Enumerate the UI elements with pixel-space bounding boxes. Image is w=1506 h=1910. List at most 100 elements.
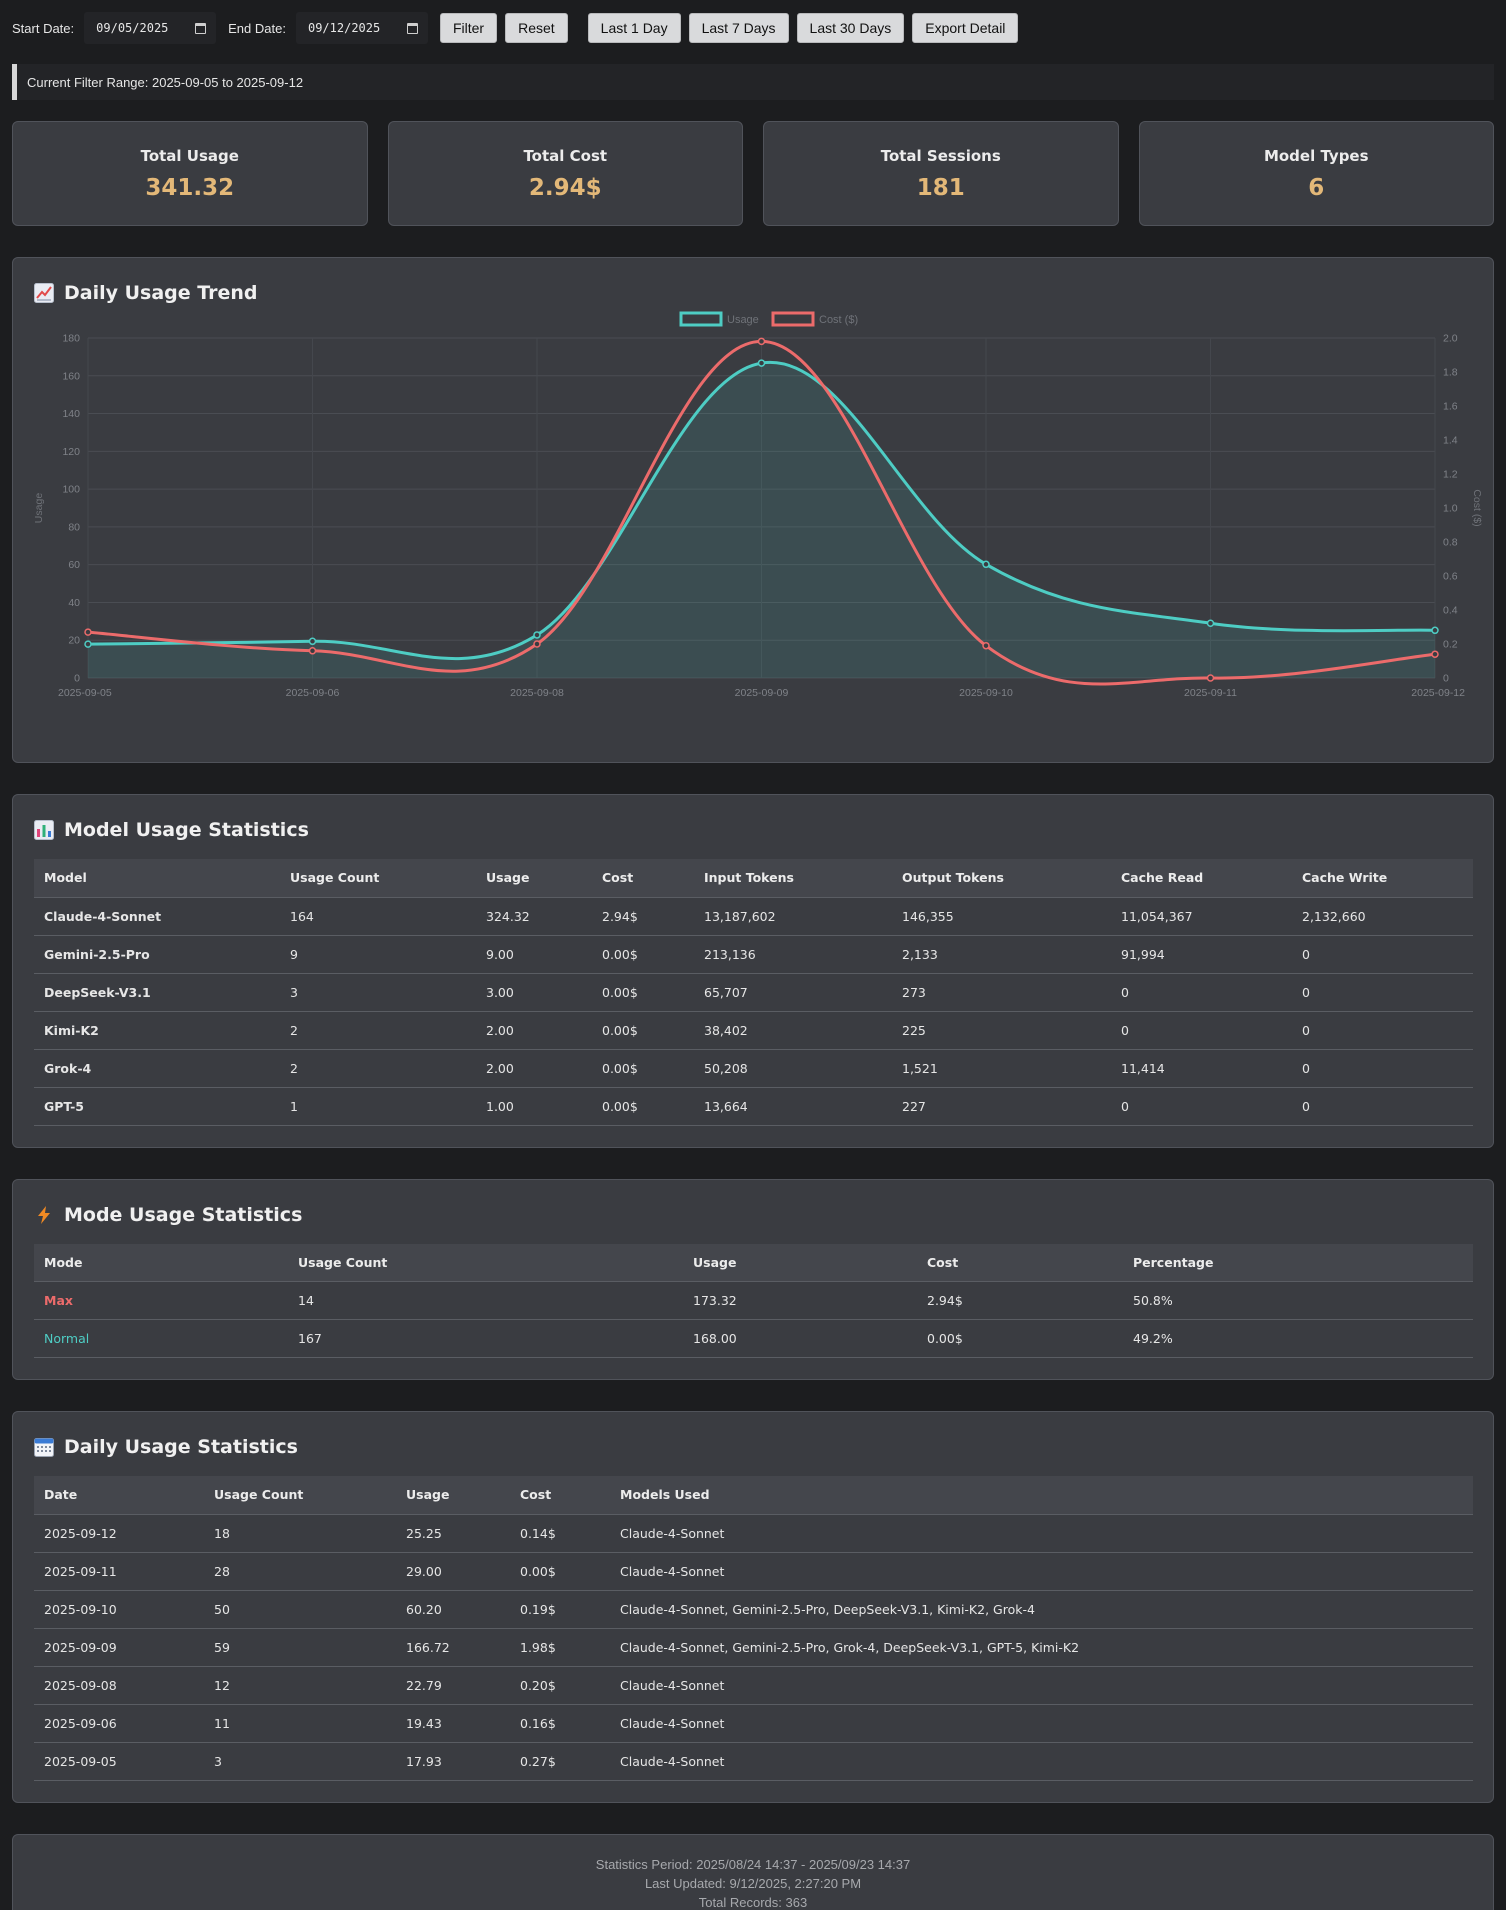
table-cell: 60.20 bbox=[396, 1590, 510, 1629]
usage-area bbox=[88, 362, 1435, 678]
data-point bbox=[757, 359, 766, 367]
lightning-icon bbox=[34, 1205, 54, 1225]
filter-range-banner: Current Filter Range: 2025-09-05 to 2025… bbox=[12, 64, 1494, 100]
table-cell: 173.32 bbox=[683, 1281, 917, 1320]
column-header: Usage Count bbox=[204, 1476, 396, 1515]
x-tick-label: 2025-09-06 bbox=[286, 687, 340, 699]
table-cell: 50.8% bbox=[1123, 1281, 1473, 1320]
x-tick-label: 2025-09-09 bbox=[735, 687, 789, 699]
export-detail-button[interactable]: Export Detail bbox=[912, 13, 1019, 43]
table-cell: 2 bbox=[280, 1049, 476, 1088]
table-row: DeepSeek-V3.1 3 3.00 0.00$ 65,707 273 0 0 bbox=[34, 973, 1473, 1012]
daily-table-title: Daily Usage Statistics bbox=[64, 1436, 298, 1458]
table-cell: 167 bbox=[288, 1319, 683, 1358]
table-row: Max 14 173.32 2.94$ 50.8% bbox=[34, 1281, 1473, 1320]
table-cell: Claude-4-Sonnet, Gemini-2.5-Pro, DeepSee… bbox=[610, 1590, 1473, 1629]
table-cell: 0.00$ bbox=[592, 1011, 694, 1050]
table-row: 2025-09-06 11 19.43 0.16$ Claude-4-Sonnet bbox=[34, 1704, 1473, 1743]
bar-chart-icon bbox=[34, 820, 54, 840]
table-cell: 3.00 bbox=[476, 973, 592, 1012]
model-usage-card: Model Usage Statistics Model Usage Count U… bbox=[12, 794, 1494, 1148]
end-date-input[interactable]: 09/12/2025 bbox=[295, 12, 428, 44]
table-cell: 11,414 bbox=[1111, 1049, 1292, 1088]
table-cell: 2.00 bbox=[476, 1049, 592, 1088]
table-cell: 164 bbox=[280, 897, 476, 936]
table-cell: 91,994 bbox=[1111, 935, 1292, 974]
stat-value: 181 bbox=[916, 174, 965, 201]
table-cell: 0.00$ bbox=[592, 1087, 694, 1126]
x-tick-label: 2025-09-08 bbox=[510, 687, 564, 699]
last-7-days-button[interactable]: Last 7 Days bbox=[688, 13, 789, 43]
y-tick-label: 80 bbox=[68, 521, 80, 533]
table-cell: 59 bbox=[204, 1628, 396, 1667]
table-cell: 2025-09-12 bbox=[34, 1514, 204, 1553]
column-header: Cost bbox=[592, 859, 694, 898]
summary-stats: Total Usage 341.32 Total Cost 2.94$ Tota… bbox=[12, 121, 1494, 226]
column-header: Usage Count bbox=[288, 1243, 683, 1282]
stat-title: Total Usage bbox=[140, 146, 239, 165]
table-cell: Grok-4 bbox=[34, 1049, 280, 1088]
y2-tick-label: 1.0 bbox=[1443, 503, 1458, 515]
y-tick-label: 100 bbox=[62, 484, 80, 496]
calendar-picker-icon[interactable] bbox=[195, 22, 207, 34]
table-cell: Claude-4-Sonnet bbox=[34, 897, 280, 936]
table-cell: 0.27$ bbox=[510, 1742, 610, 1781]
table-cell: 11,054,367 bbox=[1111, 897, 1292, 936]
table-cell: 2025-09-09 bbox=[34, 1628, 204, 1667]
last-1-day-button[interactable]: Last 1 Day bbox=[587, 13, 681, 43]
table-cell: 50,208 bbox=[694, 1049, 892, 1088]
table-cell: 1 bbox=[280, 1087, 476, 1126]
table-cell: DeepSeek-V3.1 bbox=[34, 973, 280, 1012]
stat-title: Total Cost bbox=[523, 146, 608, 165]
stat-card-total-sessions: Total Sessions 181 bbox=[763, 121, 1119, 226]
filter-button[interactable]: Filter bbox=[439, 13, 498, 43]
end-date-value: 09/12/2025 bbox=[307, 21, 381, 35]
x-tick-label: 2025-09-10 bbox=[959, 687, 1013, 699]
table-cell: 2.94$ bbox=[592, 897, 694, 936]
legend-label: Usage bbox=[727, 314, 759, 326]
table-cell: Claude-4-Sonnet bbox=[610, 1666, 1473, 1705]
end-date-label: End Date: bbox=[228, 20, 286, 36]
table-row: Claude-4-Sonnet 164 324.32 2.94$ 13,187,602 1… bbox=[34, 897, 1473, 936]
stat-card-total-cost: Total Cost 2.94$ bbox=[387, 121, 743, 226]
table-cell: 324.32 bbox=[476, 897, 592, 936]
table-cell: 0.16$ bbox=[510, 1704, 610, 1743]
table-row: Grok-4 2 2.00 0.00$ 50,208 1,521 11,414 0 bbox=[34, 1049, 1473, 1088]
calendar-picker-icon[interactable] bbox=[406, 22, 418, 34]
table-cell: 9 bbox=[280, 935, 476, 974]
start-date-input[interactable]: 09/05/2025 bbox=[84, 12, 217, 44]
y2-tick-label: 1.8 bbox=[1443, 367, 1458, 379]
table-cell: Claude-4-Sonnet bbox=[610, 1514, 1473, 1553]
x-tick-label: 2025-09-11 bbox=[1184, 687, 1237, 699]
table-row: Gemini-2.5-Pro 9 9.00 0.00$ 213,136 2,133 91,9… bbox=[34, 935, 1473, 974]
column-header: Usage Count bbox=[280, 859, 476, 898]
y-tick-label: 180 bbox=[62, 333, 80, 345]
data-point bbox=[1206, 619, 1215, 627]
y-tick-label: 40 bbox=[68, 597, 80, 609]
table-cell: Claude-4-Sonnet bbox=[610, 1742, 1473, 1781]
table-row: 2025-09-05 3 17.93 0.27$ Claude-4-Sonnet bbox=[34, 1742, 1473, 1781]
table-cell: 2.00 bbox=[476, 1011, 592, 1050]
mode-usage-table: Mode Usage Count Usage Cost Percentage Max 14… bbox=[34, 1243, 1473, 1358]
last-30-days-button[interactable]: Last 30 Days bbox=[796, 13, 905, 43]
table-cell: 0 bbox=[1292, 1087, 1473, 1126]
column-header: Models Used bbox=[610, 1476, 1473, 1515]
table-cell: Claude-4-Sonnet, Gemini-2.5-Pro, Grok-4,… bbox=[610, 1628, 1473, 1667]
table-cell: 0 bbox=[1292, 973, 1473, 1012]
table-cell: 0 bbox=[1292, 1049, 1473, 1088]
y-tick-label: 60 bbox=[68, 559, 80, 571]
start-date-label: Start Date: bbox=[12, 20, 75, 36]
table-row: GPT-5 1 1.00 0.00$ 13,664 227 0 0 bbox=[34, 1087, 1473, 1126]
y2-tick-label: 0.6 bbox=[1443, 571, 1458, 583]
data-point bbox=[84, 640, 92, 648]
reset-button[interactable]: Reset bbox=[505, 13, 568, 43]
data-point bbox=[757, 337, 766, 346]
table-cell: 18 bbox=[204, 1514, 396, 1553]
table-cell: 0.14$ bbox=[510, 1514, 610, 1553]
legend-swatch bbox=[679, 311, 723, 327]
mode-usage-card: Mode Usage Statistics Mode Usage Count Usa… bbox=[12, 1178, 1494, 1380]
table-header-row: Date Usage Count Usage Cost Models Used bbox=[34, 1476, 1473, 1515]
data-point bbox=[308, 637, 317, 646]
y2-tick-label: 2.0 bbox=[1443, 333, 1458, 345]
column-header: Usage bbox=[396, 1476, 510, 1515]
